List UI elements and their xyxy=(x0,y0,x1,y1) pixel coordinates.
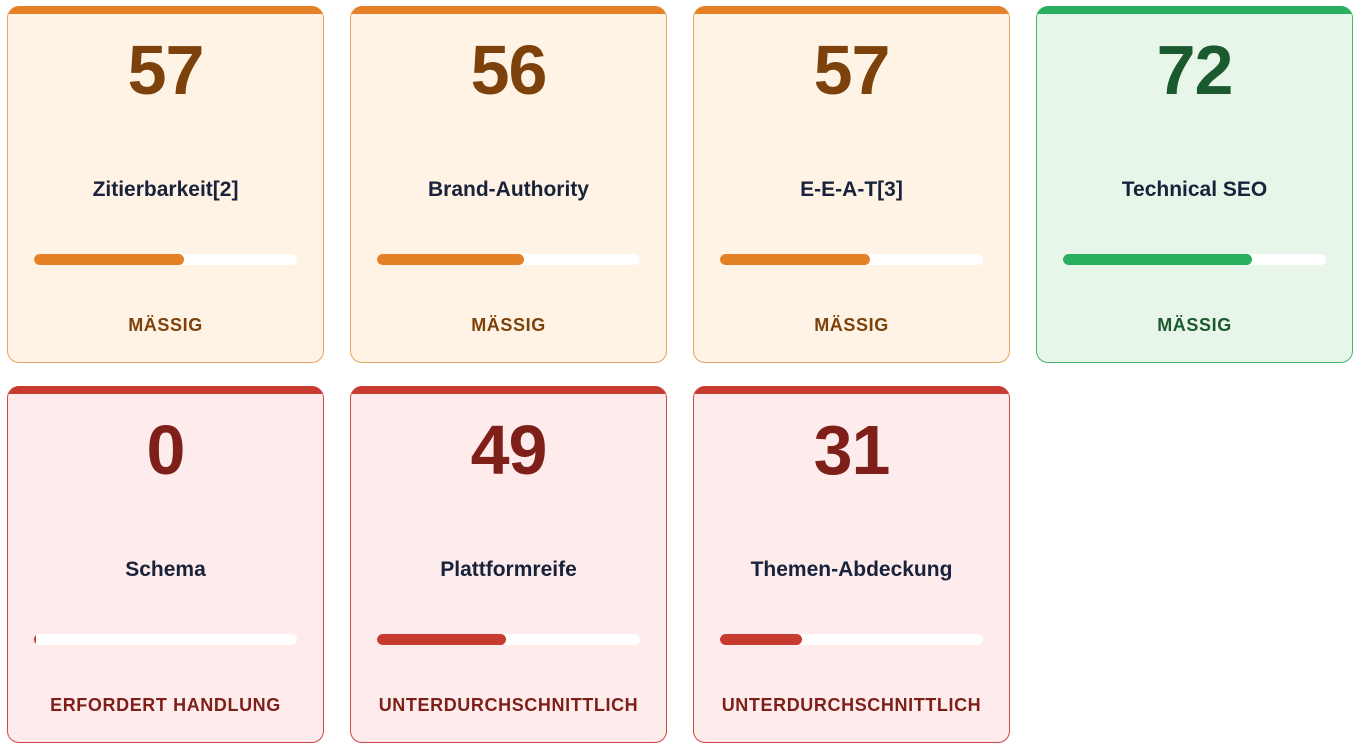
score-label: Brand-Authority xyxy=(428,178,589,201)
progress-fill xyxy=(34,254,184,265)
score-card-brand-authority: 56 Brand-Authority MÄSSIG xyxy=(350,6,667,363)
score-value: 49 xyxy=(470,411,548,489)
status-badge: MÄSSIG xyxy=(128,315,203,335)
progress-bar xyxy=(34,254,297,265)
progress-bar xyxy=(1063,254,1326,265)
status-badge: MÄSSIG xyxy=(471,315,546,335)
progress-bar xyxy=(377,254,640,265)
score-card-eeat: 57 E-E-A-T[3] MÄSSIG xyxy=(693,6,1010,363)
progress-bar xyxy=(377,634,640,645)
score-card-technical-seo: 72 Technical SEO MÄSSIG xyxy=(1036,6,1353,363)
progress-fill xyxy=(720,634,802,645)
status-badge: MÄSSIG xyxy=(814,315,889,335)
score-value: 72 xyxy=(1156,31,1234,109)
progress-fill xyxy=(1063,254,1253,265)
status-badge: UNTERDURCHSCHNITTLICH xyxy=(378,695,639,715)
score-card-zitierbarkeit: 57 Zitierbarkeit[2] MÄSSIG xyxy=(7,6,324,363)
score-label: E-E-A-T[3] xyxy=(800,178,903,201)
progress-fill xyxy=(377,254,525,265)
score-value: 57 xyxy=(813,31,891,109)
score-value: 31 xyxy=(813,411,891,489)
progress-fill xyxy=(34,634,36,645)
score-label: Schema xyxy=(125,558,206,581)
score-label: Plattformreife xyxy=(440,558,577,581)
progress-bar xyxy=(720,634,983,645)
score-value: 57 xyxy=(127,31,205,109)
score-card-schema: 0 Schema ERFORDERT HANDLUNG xyxy=(7,386,324,743)
progress-fill xyxy=(720,254,870,265)
progress-bar xyxy=(34,634,297,645)
score-card-themen-abdeckung: 31 Themen-Abdeckung UNTERDURCHSCHNITTLIC… xyxy=(693,386,1010,743)
progress-bar xyxy=(720,254,983,265)
status-badge: MÄSSIG xyxy=(1157,315,1232,335)
score-label: Technical SEO xyxy=(1121,178,1268,201)
status-badge: ERFORDERT HANDLUNG xyxy=(50,695,281,715)
score-card-plattformreife: 49 Plattformreife UNTERDURCHSCHNITTLICH xyxy=(350,386,667,743)
progress-fill xyxy=(377,634,506,645)
score-card-grid: 57 Zitierbarkeit[2] MÄSSIG 56 Brand-Auth… xyxy=(7,6,1353,743)
score-value: 56 xyxy=(470,31,548,109)
score-label: Zitierbarkeit[2] xyxy=(92,178,239,201)
score-value: 0 xyxy=(146,411,186,489)
status-badge: UNTERDURCHSCHNITTLICH xyxy=(721,695,982,715)
score-label: Themen-Abdeckung xyxy=(750,558,953,581)
